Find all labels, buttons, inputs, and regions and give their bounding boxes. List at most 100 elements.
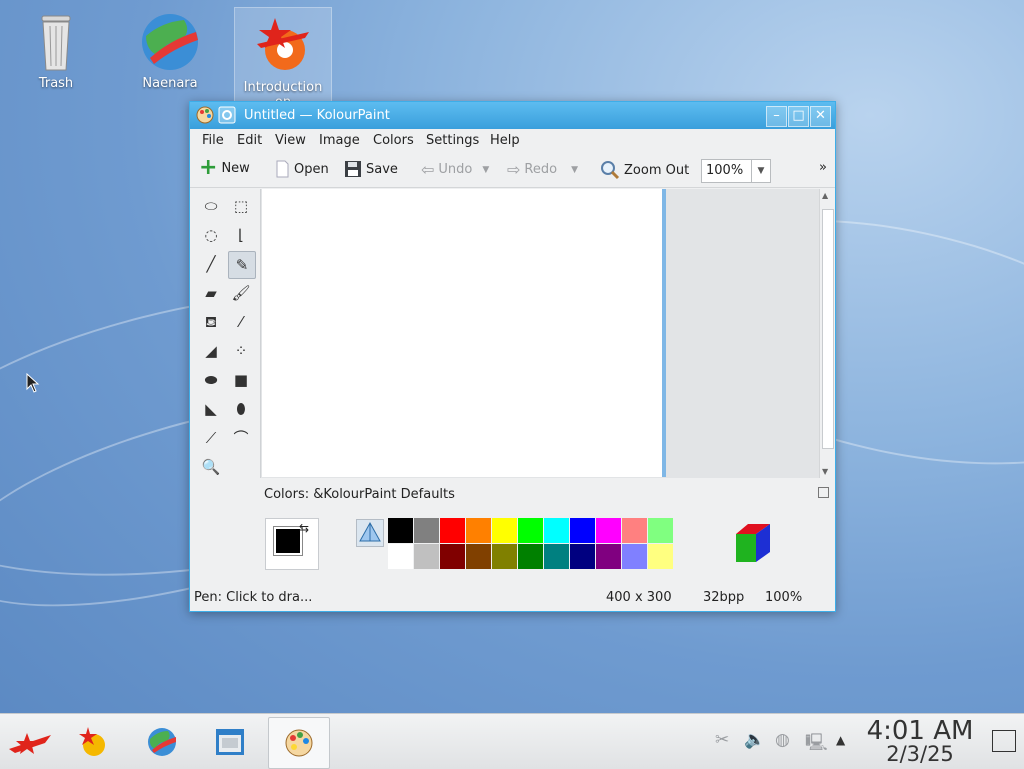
menu-help[interactable]: Help [490, 133, 520, 148]
brush-tool-icon[interactable]: 🖌 [228, 280, 254, 306]
display-icon[interactable]: 🖳 [805, 730, 828, 759]
polygon-tool-icon[interactable]: ◣ [198, 396, 224, 422]
rounded-rectangle-tool-icon[interactable]: ⬬ [198, 367, 224, 393]
redo-button[interactable]: ⇨ Redo ▼ [507, 160, 578, 179]
scroll-up-icon[interactable]: ▲ [822, 191, 828, 200]
foreground-color[interactable] [273, 526, 303, 556]
scroll-down-icon[interactable]: ▼ [822, 467, 828, 476]
colors-panel-float-icon[interactable] [818, 487, 829, 498]
palette-color-swatch[interactable] [414, 544, 439, 569]
desktop-icon-trash[interactable]: Trash [8, 4, 104, 91]
palette-color-swatch[interactable] [388, 518, 413, 543]
undo-arrow-icon: ⇦ [421, 160, 435, 179]
palette-color-swatch[interactable] [596, 544, 621, 569]
undo-label: Undo [438, 162, 473, 177]
palette-color-swatch[interactable] [544, 544, 569, 569]
canvas-resize-handle[interactable] [662, 189, 666, 477]
elliptical-selection-tool-icon[interactable]: ◌ [198, 222, 224, 248]
palette-color-swatch[interactable] [648, 544, 673, 569]
new-button[interactable]: + New [199, 157, 250, 179]
palette-color-swatch[interactable] [440, 544, 465, 569]
free-form-selection-tool-icon[interactable]: ⬭ [198, 193, 224, 219]
scrollbar-thumb[interactable] [822, 209, 834, 449]
show-hidden-icons-icon[interactable]: ▲ [836, 733, 845, 747]
palette-color-swatch[interactable] [466, 518, 491, 543]
palette-color-swatch[interactable] [648, 518, 673, 543]
pen-tool-icon[interactable]: ✎ [228, 251, 256, 279]
save-button[interactable]: Save [344, 160, 398, 178]
line-tool-icon[interactable]: ╱ [198, 251, 224, 277]
menu-settings[interactable]: Settings [426, 133, 479, 148]
palette-color-swatch[interactable] [440, 518, 465, 543]
flood-fill-tool-icon[interactable]: ⛾ [198, 309, 224, 335]
redo-arrow-icon: ⇨ [507, 160, 521, 179]
window-titlebar[interactable]: Untitled — KolourPaint – □ ✕ [190, 102, 835, 129]
drawing-canvas[interactable] [262, 189, 662, 477]
palette-color-swatch[interactable] [414, 518, 439, 543]
zoom-level-select[interactable]: 100% ▼ [701, 159, 771, 183]
volume-icon[interactable]: 🔈 [744, 730, 765, 750]
text-tool-icon[interactable]: ⌊ [228, 222, 254, 248]
digital-clock[interactable]: 4:01 AM 2/3/25 [864, 716, 976, 766]
palette-color-swatch[interactable] [518, 518, 543, 543]
open-button[interactable]: Open [274, 160, 329, 178]
palette-color-swatch[interactable] [388, 544, 413, 569]
task-introduction[interactable] [62, 717, 122, 767]
close-button[interactable]: ✕ [810, 106, 831, 127]
chevron-down-icon[interactable]: ▼ [751, 160, 770, 182]
palette-color-swatch[interactable] [492, 518, 517, 543]
palette-color-swatch[interactable] [544, 518, 569, 543]
task-naenara[interactable] [132, 717, 192, 767]
globe-icon [148, 728, 176, 756]
color-eraser-tool-icon[interactable]: ◢ [198, 338, 224, 364]
status-image-size: 400 x 300 [606, 590, 672, 605]
redo-label: Redo [524, 162, 558, 177]
rectangular-selection-tool-icon[interactable]: ⬚ [228, 193, 254, 219]
menu-image[interactable]: Image [319, 133, 360, 148]
vertical-scrollbar[interactable]: ▲ ▼ [819, 189, 834, 478]
scissors-icon[interactable]: ✂ [715, 730, 729, 750]
maximize-button[interactable]: □ [788, 106, 809, 127]
palette-color-swatch[interactable] [492, 544, 517, 569]
undo-dropdown-icon[interactable]: ▼ [482, 165, 489, 175]
palette-color-swatch[interactable] [518, 544, 543, 569]
pin-icon[interactable] [218, 106, 236, 124]
palette-color-swatch[interactable] [596, 518, 621, 543]
menu-edit[interactable]: Edit [237, 133, 262, 148]
desktop-icon-introduction[interactable]: Introduction on [234, 7, 332, 111]
zoom-out-button[interactable]: Zoom Out [600, 160, 689, 180]
task-file-manager[interactable] [200, 717, 260, 767]
menu-view[interactable]: View [275, 133, 306, 148]
polyline-tool-icon[interactable]: ⟋ [198, 425, 224, 451]
eraser-tool-icon[interactable]: ▰ [198, 280, 224, 306]
palette-color-swatch[interactable] [466, 544, 491, 569]
color-similarity-icon[interactable] [356, 519, 384, 547]
app-icon[interactable] [196, 106, 214, 124]
window-title: Untitled — KolourPaint [244, 108, 390, 123]
show-desktop-button[interactable] [992, 730, 1016, 752]
undo-button[interactable]: ⇦ Undo ▼ [421, 160, 489, 179]
network-icon[interactable]: ◍ [775, 730, 790, 750]
palette-color-swatch[interactable] [570, 544, 595, 569]
red-star-gear-icon [79, 727, 105, 756]
swap-colors-icon[interactable]: ⇆ [299, 521, 309, 535]
palette-color-swatch[interactable] [622, 544, 647, 569]
palette-color-swatch[interactable] [570, 518, 595, 543]
menu-colors[interactable]: Colors [373, 133, 414, 148]
rectangle-tool-icon[interactable]: ■ [228, 367, 254, 393]
zoom-tool-icon[interactable]: 🔍 [198, 454, 224, 480]
redo-dropdown-icon[interactable]: ▼ [571, 165, 578, 175]
toolbar-overflow-button[interactable]: » [819, 160, 827, 175]
application-launcher-button[interactable] [0, 717, 60, 767]
status-color-depth: 32bpp [703, 590, 745, 605]
color-picker-tool-icon[interactable]: ⁄ [228, 309, 254, 335]
menu-file[interactable]: File [202, 133, 224, 148]
spraycan-tool-icon[interactable]: ⁘ [228, 338, 254, 364]
ellipse-tool-icon[interactable]: ⬮ [228, 396, 254, 422]
desktop-icon-naenara[interactable]: Naenara [122, 4, 218, 91]
curve-tool-icon[interactable]: ⌒ [228, 425, 254, 451]
foreground-background-colors[interactable]: ⇆ [265, 518, 319, 570]
palette-color-swatch[interactable] [622, 518, 647, 543]
task-kolourpaint[interactable] [268, 717, 330, 769]
minimize-button[interactable]: – [766, 106, 787, 127]
